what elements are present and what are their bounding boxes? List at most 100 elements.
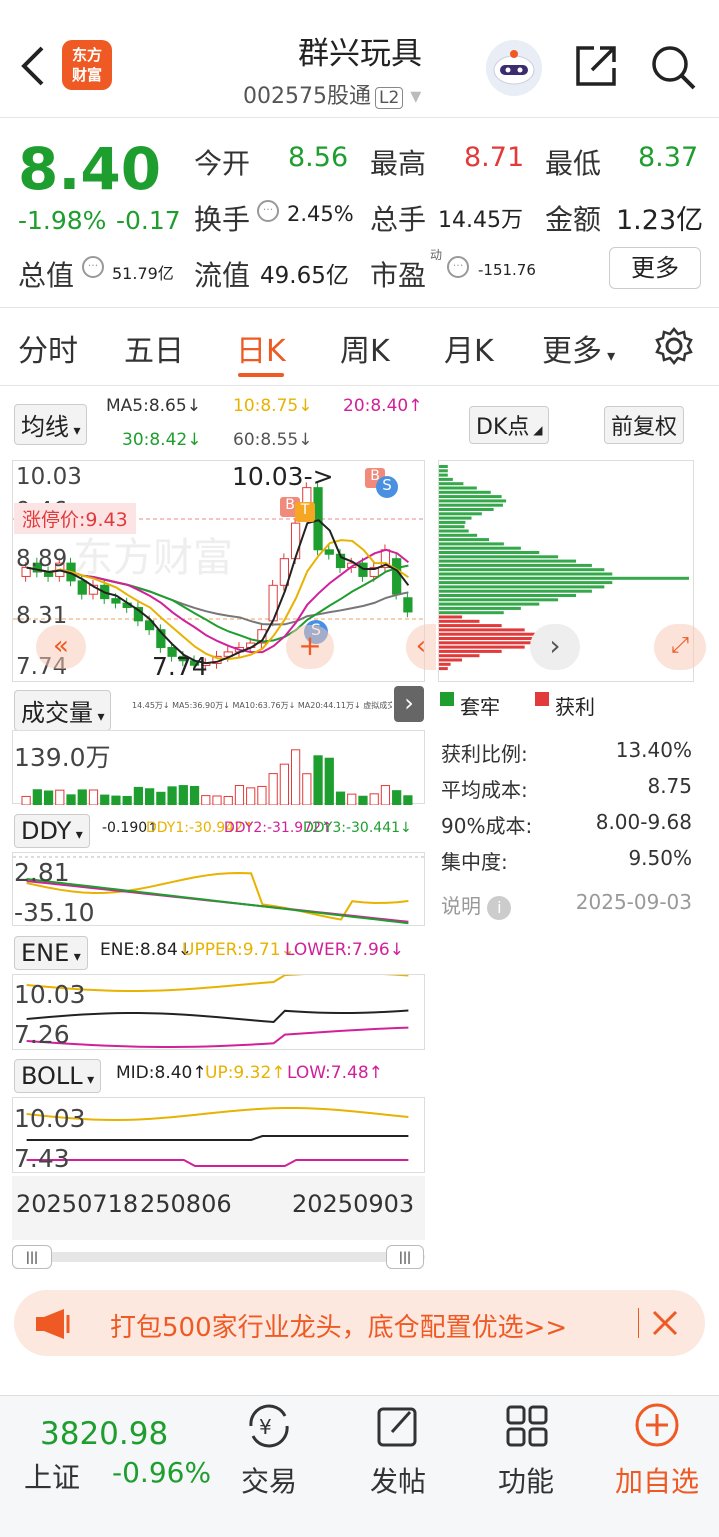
trade-icon[interactable]: ¥ — [245, 1404, 293, 1452]
ene-y-top: 10.03 — [14, 980, 86, 1009]
volume-label: 总手 — [370, 198, 426, 238]
dk-s-marker-icon[interactable]: S — [376, 476, 398, 498]
ma-select[interactable]: 均线 ▾ — [14, 404, 87, 445]
open-label: 今开 — [194, 142, 250, 182]
volume-bar — [235, 786, 243, 805]
active-tab-indicator — [238, 373, 284, 377]
chip-bar — [439, 542, 504, 545]
settings-gear-icon[interactable] — [654, 326, 694, 370]
range-right-handle[interactable]: ||| — [386, 1245, 424, 1269]
chip-bar — [439, 650, 502, 653]
more-button[interactable]: 更多 — [609, 247, 701, 289]
info-dots-icon[interactable]: ··· — [82, 256, 104, 278]
volume-bar — [269, 774, 277, 805]
trade-button[interactable]: 交易 — [219, 1460, 319, 1500]
add-watchlist-button[interactable]: 加自选 — [604, 1460, 710, 1500]
abs-change: -0.17 — [116, 206, 181, 235]
dk-point-select[interactable]: DK点 ◢ — [469, 406, 549, 444]
boll-select[interactable]: BOLL ▾ — [14, 1059, 101, 1093]
tab-weekly-k[interactable]: 周K — [340, 326, 390, 370]
banner-text[interactable]: 打包500家行业龙头，底仓配置优选>> — [110, 1307, 567, 1344]
volume-bar — [325, 758, 333, 805]
post-icon[interactable] — [376, 1404, 420, 1452]
avg-cost-label: 平均成本: — [441, 774, 528, 803]
close-icon[interactable] — [650, 1308, 680, 1342]
index-name[interactable]: 上证 — [24, 1456, 80, 1496]
chip-bar — [439, 594, 576, 597]
chip-bar — [439, 598, 558, 601]
candle-body — [314, 488, 322, 550]
volume-bar — [146, 789, 154, 805]
volume-bar — [89, 790, 97, 805]
chip-bar — [439, 499, 506, 502]
chip-bar — [439, 469, 448, 472]
chip-bar — [439, 478, 453, 481]
chip-bar — [439, 465, 448, 468]
chip-bar — [439, 603, 539, 606]
chip-bar — [439, 646, 525, 649]
function-button[interactable]: 功能 — [476, 1460, 576, 1500]
tab-more[interactable]: 更多 ▾ — [542, 326, 615, 370]
function-grid-icon[interactable] — [505, 1404, 549, 1452]
volume-bar — [101, 795, 109, 805]
add-watchlist-icon[interactable] — [634, 1402, 680, 1452]
search-icon[interactable] — [650, 44, 696, 94]
tab-intraday[interactable]: 分时 — [18, 326, 78, 370]
date-start: 20250718 — [16, 1190, 138, 1218]
volume-bar — [202, 796, 210, 805]
volume-bar — [314, 756, 322, 805]
boll-y-top: 10.03 — [14, 1104, 86, 1133]
share-icon[interactable] — [574, 44, 618, 92]
boll-up: UP:9.32↑ — [205, 1063, 286, 1083]
low-label: 最低 — [545, 142, 601, 182]
chip-bar — [439, 487, 477, 490]
chip-bar — [439, 607, 521, 610]
ene-select[interactable]: ENE ▾ — [14, 936, 88, 970]
volume-bar — [33, 790, 41, 805]
chip-bar — [439, 491, 491, 494]
chip-bar — [439, 551, 539, 554]
legend-trapped: 套牢 — [460, 691, 500, 720]
concentration-label: 集中度: — [441, 846, 508, 875]
ma10-label: 10:8.75↓ — [233, 396, 312, 416]
volume-bar — [291, 750, 299, 805]
expand-icon[interactable]: ⤢ — [654, 624, 706, 670]
chip-bar — [439, 564, 592, 567]
date-end: 20250903 — [292, 1190, 414, 1218]
next-arrow-icon[interactable]: › — [530, 624, 580, 670]
index-value[interactable]: 3820.98 — [40, 1416, 168, 1452]
ddy-select[interactable]: DDY ▾ — [14, 814, 90, 848]
banner-divider — [638, 1308, 639, 1338]
candle-body — [291, 523, 299, 559]
chip-bar — [439, 530, 469, 533]
tab-daily-k[interactable]: 日K — [236, 326, 286, 370]
ma20-label: 20:8.40↑ — [343, 396, 422, 416]
volume-bar — [280, 764, 288, 805]
tab-5day[interactable]: 五日 — [124, 326, 184, 370]
avg-cost-value: 8.75 — [560, 774, 692, 798]
expand-legend-icon[interactable]: › — [394, 686, 424, 722]
add-line-icon[interactable]: + — [286, 625, 334, 669]
level-badge: L2 — [375, 87, 403, 109]
stock-code-line: 002575股通 L2 ▾ — [243, 78, 421, 110]
info-dots-icon[interactable]: ··· — [447, 256, 469, 278]
back-icon[interactable] — [18, 44, 48, 84]
boll-mid: MID:8.40↑ — [116, 1063, 207, 1083]
profit-ratio-label: 获利比例: — [441, 738, 528, 767]
note-link[interactable]: 说明 i — [441, 890, 511, 920]
candle-body — [112, 599, 120, 603]
ma30-label: 30:8.42↓ — [122, 430, 201, 450]
info-dots-icon[interactable]: ··· — [257, 200, 279, 222]
cost90-label: 90%成本: — [441, 810, 532, 839]
adjust-select[interactable]: 前复权 — [604, 406, 684, 444]
scroll-left-icon[interactable]: « — [36, 625, 86, 669]
tab-monthly-k[interactable]: 月K — [444, 326, 494, 370]
robot-avatar-icon[interactable] — [486, 40, 542, 96]
post-button[interactable]: 发帖 — [348, 1460, 448, 1500]
chip-bar — [439, 620, 479, 623]
volume-select[interactable]: 成交量 ▾ — [14, 690, 111, 731]
dk-t-marker-icon[interactable]: T — [295, 502, 315, 522]
range-left-handle[interactable]: ||| — [12, 1245, 52, 1269]
index-pct[interactable]: -0.96% — [112, 1456, 211, 1489]
high-marker: 10.03-> — [232, 462, 334, 491]
